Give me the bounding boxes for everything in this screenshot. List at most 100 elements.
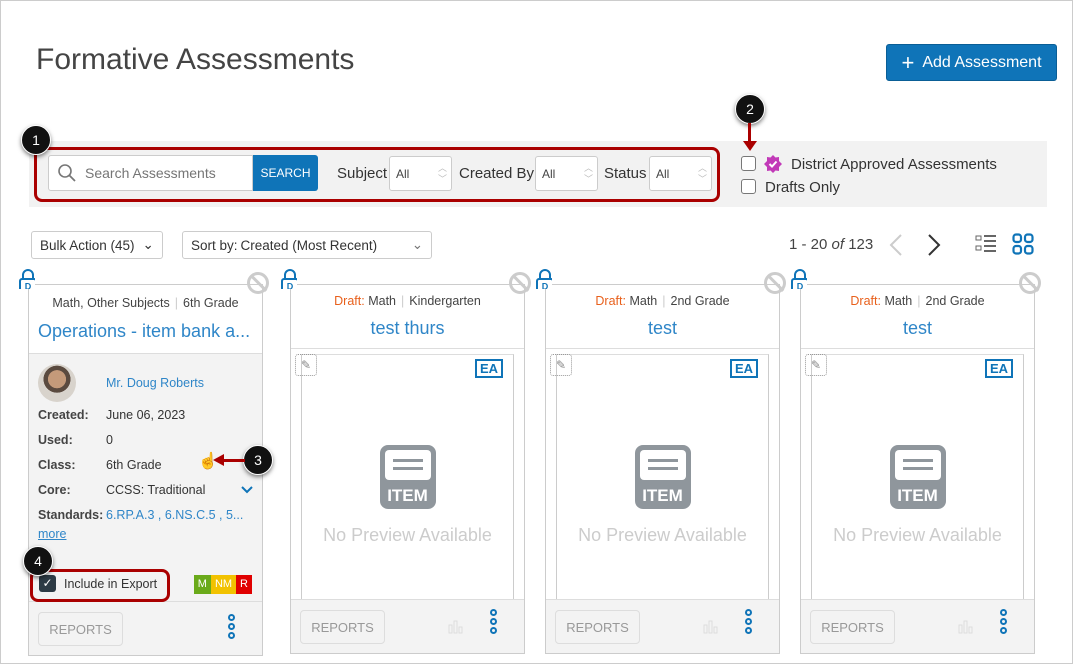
card-footer: REPORTS: [546, 599, 779, 653]
preview-area: EA ITEM No Preview Available: [301, 354, 514, 599]
district-approved-label: District Approved Assessments: [791, 156, 997, 173]
bulk-action-dropdown[interactable]: Bulk Action (45) ⌄: [31, 231, 163, 259]
assessment-card[interactable]: Draft: Math|Kindergarten test thurs EA I…: [290, 284, 525, 654]
no-preview-text: No Preview Available: [557, 525, 768, 546]
pagination-info: 1 - 20 of 123: [789, 236, 873, 253]
used-row: Used:0: [38, 433, 113, 447]
created-by-select[interactable]: All ︿﹀: [535, 156, 598, 191]
spinner-icon: ︿﹀: [584, 163, 593, 185]
card-meta: Math, Other Subjects|6th Grade: [29, 296, 262, 310]
drafts-only-checkbox[interactable]: [741, 179, 756, 194]
subject-value: All: [396, 167, 409, 181]
subject-select[interactable]: All ︿﹀: [389, 156, 452, 191]
standards-links[interactable]: 6.RP.A.3 , 6.NS.C.5 , 5...: [106, 508, 243, 522]
class-value: 6th Grade: [106, 458, 162, 472]
bulk-action-label: Bulk Action (45): [40, 238, 135, 253]
hand-cursor-icon: ☝: [198, 451, 218, 471]
more-options-icon[interactable]: [228, 614, 236, 641]
prev-page-icon[interactable]: [889, 234, 903, 256]
card-grade: 2nd Grade: [926, 294, 985, 308]
created-by-value: All: [542, 167, 555, 181]
add-assessment-button[interactable]: + Add Assessment: [886, 44, 1057, 81]
card-meta: Draft: Math|Kindergarten: [291, 294, 524, 308]
lock-letter: D: [542, 282, 549, 290]
search-input[interactable]: [85, 165, 235, 181]
standards-label: Standards:: [38, 508, 106, 522]
card-footer: REPORTS: [801, 599, 1034, 653]
sort-by-dropdown[interactable]: Sort by:Created (Most Recent)⌄: [182, 231, 432, 259]
chevron-down-icon: ⌄: [143, 237, 154, 253]
status-select[interactable]: All︿﹀: [649, 156, 712, 191]
more-link[interactable]: more: [38, 527, 66, 541]
sort-by-label: Sort by:: [191, 238, 238, 253]
card-grade: 6th Grade: [183, 296, 239, 310]
subject-label: Subject: [337, 165, 387, 182]
assessment-card[interactable]: Draft: Math|2nd Grade test EA ITEM No Pr…: [800, 284, 1035, 654]
next-page-icon[interactable]: [927, 234, 941, 256]
lock-letter: D: [287, 282, 294, 290]
card-title-link[interactable]: test thurs: [291, 318, 524, 339]
card-grade: Kindergarten: [409, 294, 481, 308]
author-link[interactable]: Mr. Doug Roberts: [106, 376, 204, 390]
district-approved-checkbox[interactable]: [741, 156, 756, 171]
more-options-icon[interactable]: [1000, 609, 1008, 636]
arrow-head-icon: [743, 141, 757, 151]
district-lock-icon: D: [791, 269, 807, 289]
spinner-icon: ︿﹀: [698, 163, 707, 185]
list-view-icon[interactable]: [975, 234, 997, 254]
search-icon: [57, 163, 77, 183]
bar-chart-icon: [958, 620, 974, 634]
page-title: Formative Assessments: [36, 43, 354, 77]
standards-row: Standards:6.RP.A.3 , 6.NS.C.5 , 5...: [38, 508, 243, 522]
chevron-down-icon[interactable]: [241, 486, 253, 494]
created-label: Created:: [38, 408, 106, 422]
no-preview-text: No Preview Available: [302, 525, 513, 546]
card-title-link[interactable]: Operations - item bank a...: [29, 321, 262, 342]
drafts-only-label: Drafts Only: [765, 179, 840, 196]
bar-chart-icon: [703, 620, 719, 634]
reports-button[interactable]: REPORTS: [810, 610, 895, 644]
card-title-link[interactable]: test: [801, 318, 1034, 339]
search-button[interactable]: SEARCH: [253, 155, 318, 191]
card-title-link[interactable]: test: [546, 318, 779, 339]
card-subject: Math: [368, 294, 396, 308]
mastered-badge: M: [194, 575, 211, 594]
chevron-down-icon: ⌄: [412, 237, 423, 253]
reports-button[interactable]: REPORTS: [38, 612, 123, 646]
callout-4: 4: [23, 546, 53, 576]
draft-label: Draft:: [595, 294, 626, 308]
status-label: Status: [604, 165, 647, 182]
ea-badge: EA: [730, 359, 758, 378]
pagination-of: of: [832, 236, 845, 253]
more-options-icon[interactable]: [745, 609, 753, 636]
callout-3: 3: [243, 445, 273, 475]
class-label: Class:: [38, 458, 106, 472]
core-value: CCSS: Traditional: [106, 483, 205, 497]
near-mastery-badge: NM: [211, 575, 236, 594]
edit-icon[interactable]: ✎: [295, 354, 317, 376]
edit-icon[interactable]: ✎: [550, 354, 572, 376]
reports-button[interactable]: REPORTS: [300, 610, 385, 644]
edit-icon[interactable]: ✎: [805, 354, 827, 376]
add-assessment-label: Add Assessment: [922, 54, 1041, 72]
spinner-icon: ︿﹀: [438, 163, 447, 185]
grid-view-icon[interactable]: [1012, 233, 1034, 255]
preview-area: EA ITEM No Preview Available: [811, 354, 1024, 599]
card-footer: REPORTS: [29, 601, 262, 655]
search-input-box[interactable]: [48, 155, 253, 191]
unavailable-icon: [247, 272, 269, 294]
callout-arrow: [748, 123, 751, 143]
reports-button[interactable]: REPORTS: [555, 610, 640, 644]
card-grade: 2nd Grade: [671, 294, 730, 308]
item-icon: ITEM: [890, 445, 946, 509]
district-lock-icon: D: [536, 269, 552, 289]
assessment-card[interactable]: Draft: Math|2nd Grade test EA ITEM No Pr…: [545, 284, 780, 654]
plus-icon: +: [901, 50, 914, 76]
card-subject: Math, Other Subjects: [52, 296, 169, 310]
used-value: 0: [106, 433, 113, 447]
core-label: Core:: [38, 483, 106, 497]
card-footer: REPORTS: [291, 599, 524, 653]
card-subject: Math: [629, 294, 657, 308]
more-options-icon[interactable]: [490, 609, 498, 636]
item-icon: ITEM: [635, 445, 691, 509]
